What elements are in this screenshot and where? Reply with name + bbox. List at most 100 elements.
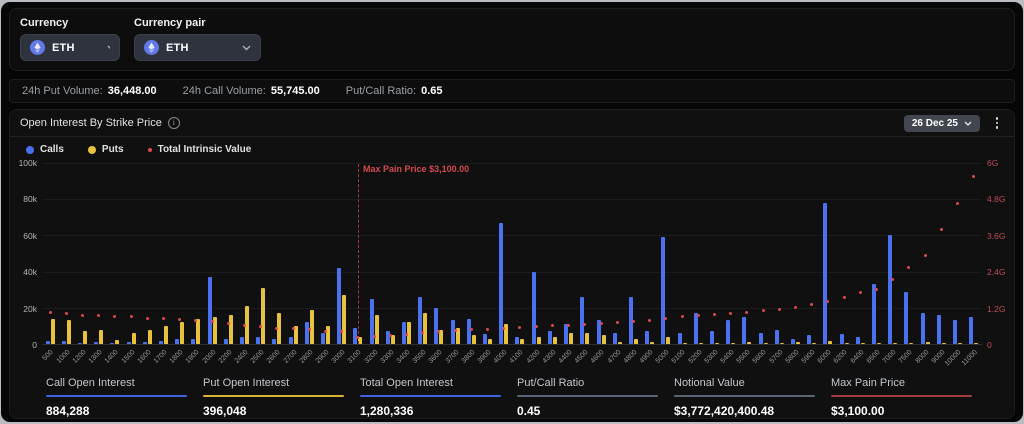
intrinsic-value-dot: [178, 318, 181, 321]
puts-bar: [423, 313, 427, 344]
strike-group: [949, 163, 965, 344]
calls-bar: [904, 292, 908, 344]
currency-pair-select[interactable]: ETH: [134, 34, 261, 61]
strike-group: [496, 163, 512, 344]
legend-item-calls[interactable]: Calls: [26, 144, 64, 155]
puts-bar: [683, 343, 687, 344]
put-call-ratio-stat: Put/Call Ratio: 0.65: [346, 85, 443, 97]
calls-bar: [580, 297, 584, 344]
intrinsic-value-dot: [697, 314, 700, 317]
chart-area: 100k80k60k40k20k0 Max Pain Price $3,100.…: [10, 159, 1014, 371]
right-axis: 6G4.8G3.6G2.4G1.2G0: [982, 163, 1012, 345]
calls-bar: [256, 337, 260, 344]
intrinsic-value-dot: [632, 320, 635, 323]
strike-group: [690, 163, 706, 344]
puts-bar: [812, 343, 816, 344]
calls-bar: [613, 333, 617, 344]
puts-bar: [731, 343, 735, 344]
stat-label: Notional Value: [674, 377, 815, 395]
info-icon[interactable]: [168, 117, 180, 129]
calls-bar: [742, 317, 746, 344]
strike-group: [755, 163, 771, 344]
kebab-menu-icon[interactable]: [990, 115, 1004, 131]
calls-bar: [289, 337, 293, 344]
intrinsic-value-dot: [778, 308, 781, 311]
puts-bar: [164, 326, 168, 344]
calls-bar: [110, 343, 114, 344]
stat-label: Call Open Interest: [46, 377, 187, 395]
intrinsic-value-dot: [551, 324, 554, 327]
puts-marker-icon: [88, 146, 96, 154]
strike-group: [674, 163, 690, 344]
puts-bar: [602, 335, 606, 344]
puts-bar: [699, 343, 703, 344]
puts-bar: [666, 337, 670, 344]
x-axis-label: 1400: [107, 345, 123, 371]
legend-item-intrinsic[interactable]: Total Intrinsic Value: [148, 144, 252, 155]
calls-bar: [937, 315, 941, 344]
puts-bar: [618, 342, 622, 344]
calls-bar: [159, 341, 163, 344]
currency-pair-label: Currency pair: [134, 17, 261, 29]
puts-bar: [229, 315, 233, 344]
calls-bar: [305, 322, 309, 344]
intrinsic-value-dot: [113, 315, 116, 318]
puts-bar: [764, 343, 768, 344]
strike-group: [269, 163, 285, 344]
legend-item-puts[interactable]: Puts: [88, 144, 124, 155]
plot-area: Max Pain Price $3,100.00: [42, 163, 982, 345]
chart-legend: Calls Puts Total Intrinsic Value: [10, 137, 1014, 159]
calls-bar: [94, 342, 98, 344]
volume-stats-bar: 24h Put Volume: 36,448.00 24h Call Volum…: [9, 79, 1015, 103]
puts-bar: [196, 319, 200, 344]
puts-bar: [326, 326, 330, 344]
currency-select[interactable]: ETH: [20, 34, 120, 61]
puts-bar: [67, 320, 71, 344]
legend-calls-label: Calls: [40, 144, 64, 155]
calls-bar: [548, 331, 552, 344]
intrinsic-value-dot: [616, 321, 619, 324]
calls-bar: [321, 333, 325, 344]
strike-group: [593, 163, 609, 344]
puts-bar: [375, 315, 379, 344]
calls-bar: [434, 308, 438, 344]
puts-bar: [974, 343, 978, 344]
strike-group: [107, 163, 123, 344]
calls-bar: [710, 331, 714, 344]
intrinsic-value-dot: [470, 328, 473, 331]
puts-bar: [569, 333, 573, 344]
strike-group: [512, 163, 528, 344]
strike-group: [382, 163, 398, 344]
panel-title-text: Open Interest By Strike Price: [20, 117, 162, 129]
calls-bar: [127, 342, 131, 344]
strike-group: [787, 163, 803, 344]
currency-value: ETH: [52, 42, 75, 54]
strike-group: [301, 163, 317, 344]
calls-bar: [240, 337, 244, 344]
calls-bar: [532, 272, 536, 344]
strike-group: [463, 163, 479, 344]
stat-value: $3,772,420,400.48: [674, 397, 815, 418]
strike-group: [220, 163, 236, 344]
calls-bar: [208, 277, 212, 344]
expiry-date-select[interactable]: 26 Dec 25: [904, 115, 980, 132]
puts-bar: [148, 330, 152, 344]
puts-bar: [585, 333, 589, 344]
stat-value: 396,048: [203, 397, 344, 418]
strike-group: [236, 163, 252, 344]
calls-bar: [872, 284, 876, 344]
calls-bar: [759, 333, 763, 344]
open-interest-panel: Open Interest By Strike Price 26 Dec 25 …: [9, 109, 1015, 419]
intrinsic-value-dot: [583, 323, 586, 326]
stat-call-open-interest: Call Open Interest 884,288: [46, 377, 203, 418]
controls-panel: Currency ETH Currency pair: [9, 8, 1015, 71]
intrinsic-value-dot: [162, 317, 165, 320]
left-axis-tick: 0: [32, 340, 37, 350]
strike-group: [139, 163, 155, 344]
x-axis-labels: 5001000120013001400150016001700180019002…: [42, 345, 982, 371]
right-axis-tick: 4.8G: [987, 194, 1005, 204]
intrinsic-value-dot: [794, 306, 797, 309]
strike-group: [544, 163, 560, 344]
puts-bar: [780, 343, 784, 344]
puts-bar: [537, 337, 541, 344]
